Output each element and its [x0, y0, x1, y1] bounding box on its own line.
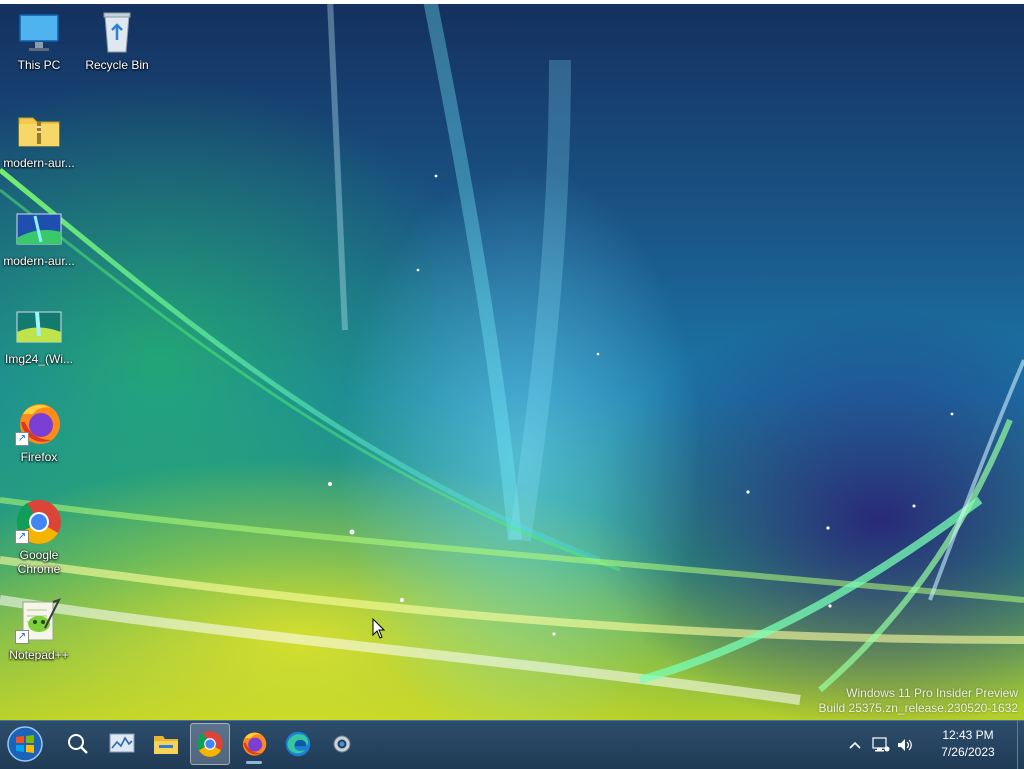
taskbar-settings[interactable] — [322, 723, 362, 765]
wallpaper — [0, 0, 1024, 705]
shortcut-arrow-icon: ↗ — [15, 530, 29, 544]
desktop-icon-recycle-bin[interactable]: Recycle Bin — [78, 8, 156, 72]
taskbar-task-manager[interactable] — [102, 723, 142, 765]
show-hidden-icons-button[interactable] — [844, 721, 866, 769]
taskbar-search-button[interactable] — [58, 723, 98, 765]
start-orb-icon — [7, 726, 43, 762]
folder-icon — [154, 736, 178, 754]
mouse-cursor-icon — [372, 618, 386, 639]
zip-folder-icon — [15, 106, 63, 154]
chrome-icon: ↗ — [15, 498, 63, 546]
desktop-icon-zip-folder[interactable]: modern-aur... — [0, 106, 78, 170]
top-edge — [0, 0, 1024, 4]
desktop[interactable]: This PC Recycle Bin modern-aur... modern… — [0, 0, 1024, 720]
desktop-icon-label: modern-aur... — [3, 156, 75, 170]
desktop-icon-label: Recycle Bin — [85, 58, 149, 72]
monitor-icon — [15, 8, 63, 56]
watermark-build: Build 25375.zn_release.230520-1632 — [818, 701, 1019, 715]
taskbar-chrome[interactable] — [190, 723, 230, 765]
image-file-icon — [15, 302, 63, 350]
desktop-icon-this-pc[interactable]: This PC — [0, 8, 78, 72]
search-icon — [68, 734, 88, 754]
desktop-icon-firefox[interactable]: ↗ Firefox — [0, 400, 78, 464]
network-icon — [872, 737, 890, 752]
chevron-up-icon — [849, 741, 861, 749]
taskbar: 12:43 PM 7/26/2023 — [0, 720, 1024, 769]
clock[interactable]: 12:43 PM 7/26/2023 — [928, 727, 1008, 761]
desktop-icon-notepad-plus-plus[interactable]: ↗ Notepad++ — [0, 598, 78, 662]
volume-button[interactable] — [894, 721, 916, 769]
taskbar-firefox[interactable] — [234, 723, 274, 765]
shortcut-arrow-icon: ↗ — [15, 630, 29, 644]
desktop-icon-google-chrome[interactable]: ↗ Google Chrome — [0, 498, 78, 576]
gear-icon — [333, 735, 351, 753]
desktop-icon-label: Google Chrome — [17, 548, 61, 576]
shortcut-arrow-icon: ↗ — [15, 432, 29, 446]
clock-date: 7/26/2023 — [941, 745, 995, 759]
desktop-icon-label: Notepad++ — [9, 648, 69, 662]
desktop-icon-label: This PC — [17, 58, 61, 72]
firefox-icon — [242, 732, 267, 756]
watermark-edition: Windows 11 Pro Insider Preview — [846, 686, 1018, 700]
notepad-plus-plus-icon: ↗ — [15, 598, 63, 646]
desktop-icon-image-file[interactable]: modern-aur... — [0, 204, 78, 268]
chrome-icon — [197, 731, 223, 757]
clock-time: 12:43 PM — [942, 728, 994, 742]
network-button[interactable] — [870, 721, 892, 769]
image-file-icon — [15, 204, 63, 252]
desktop-icon-label: modern-aur... — [3, 254, 75, 268]
firefox-icon: ↗ — [15, 400, 63, 448]
desktop-icon-img24[interactable]: Img24_(Wi... — [0, 302, 78, 366]
recycle-bin-icon — [93, 8, 141, 56]
task-manager-icon — [109, 733, 135, 753]
taskbar-edge[interactable] — [278, 723, 318, 765]
edge-icon — [285, 731, 311, 757]
show-desktop-button[interactable] — [1017, 721, 1024, 769]
desktop-icon-label: Img24_(Wi... — [4, 352, 73, 366]
start-button[interactable] — [5, 723, 45, 765]
running-indicator — [246, 761, 262, 764]
desktop-icon-label: Firefox — [20, 450, 58, 464]
speaker-icon — [898, 739, 912, 751]
system-tray: 12:43 PM 7/26/2023 — [844, 721, 1024, 769]
taskbar-file-explorer[interactable] — [146, 723, 186, 765]
windows-build-watermark: Windows 11 Pro Insider Preview Build 253… — [819, 686, 1019, 716]
